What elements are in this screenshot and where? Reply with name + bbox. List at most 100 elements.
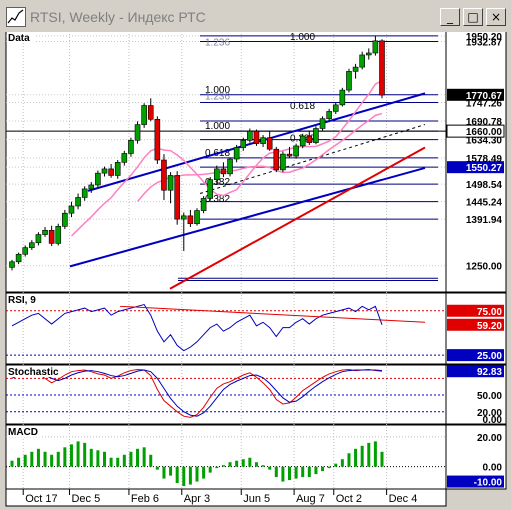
candle-body (247, 130, 253, 141)
candle-body (121, 153, 128, 163)
candle-body (48, 229, 55, 244)
macd-histogram-bar (56, 451, 60, 467)
macd-histogram-bar (274, 466, 278, 478)
candle-body (379, 40, 385, 96)
macd-histogram-bar (182, 466, 186, 487)
candle-body (299, 135, 306, 147)
macd-histogram-bar (360, 445, 364, 467)
macd-histogram-bar (235, 460, 239, 467)
macd-histogram-bar (354, 448, 358, 467)
candle-body (15, 253, 22, 263)
macd-histogram-bar (254, 462, 258, 467)
candle-body (161, 159, 167, 191)
candle-body (365, 52, 372, 56)
macd-histogram-bar (76, 441, 80, 467)
macd-histogram-bar (202, 466, 206, 479)
macd-histogram-bar (129, 451, 133, 467)
macd-histogram-bar (109, 457, 113, 467)
macd-histogram-bar (221, 465, 225, 467)
candle-body (35, 234, 42, 244)
macd-histogram-bar (294, 466, 298, 479)
candle-body (174, 175, 180, 220)
candle-body (227, 158, 233, 175)
stochastic-panel-label: Stochastic (8, 367, 59, 378)
candle-body (260, 137, 266, 144)
candle-body (101, 168, 108, 174)
rsi-axis-label: 75.00 (477, 307, 502, 318)
minimize-button[interactable]: _ (440, 8, 460, 26)
rsi-panel-label: RSI, 9 (8, 295, 36, 306)
candle-body (62, 212, 68, 227)
macd-histogram-bar (175, 466, 179, 484)
candle-body (319, 118, 326, 129)
candle-body (29, 242, 35, 248)
candle-body (42, 229, 48, 235)
stochastic-axis-label: 92.83 (477, 367, 502, 378)
macd-histogram-bar (63, 447, 67, 467)
candle-body (88, 184, 95, 190)
macd-histogram-bar (155, 466, 159, 470)
x-axis-label: Apr 3 (184, 493, 210, 505)
macd-histogram-bar (83, 442, 87, 467)
rsi-axis-label: 59.20 (477, 321, 502, 332)
macd-histogram-bar (347, 453, 351, 467)
fibonacci-label: 1.000 (205, 121, 230, 132)
macd-histogram-bar (241, 459, 245, 467)
price-axis-label: 1391.94 (466, 215, 503, 226)
maximize-button[interactable]: □ (463, 8, 483, 26)
macd-histogram-bar (96, 450, 100, 467)
x-axis-label: Aug 7 (296, 493, 325, 505)
macd-axis-label: 0.00 (483, 463, 503, 474)
macd-histogram-bar (17, 457, 21, 467)
candle-body (293, 145, 299, 157)
title-bar[interactable]: RTSI, Weekly - Индекс РТС _ □ × (2, 2, 509, 32)
macd-histogram-bar (307, 466, 311, 478)
macd-histogram-bar (321, 466, 325, 472)
fibonacci-label: 1.236 (205, 37, 230, 48)
candle-body (280, 153, 286, 171)
macd-histogram-bar (327, 466, 331, 469)
macd-panel-label: MACD (8, 427, 38, 438)
stochastic-axis-label: 50.00 (477, 391, 502, 402)
macd-histogram-bar (334, 463, 338, 467)
price-axis-label: 1770.67 (466, 91, 503, 102)
macd-histogram-bar (268, 466, 272, 470)
candle-body (141, 105, 147, 125)
candle-body (273, 148, 280, 171)
macd-histogram-bar (169, 466, 173, 476)
candle-body (75, 197, 81, 207)
candle-body (68, 205, 75, 214)
macd-histogram-bar (69, 444, 73, 467)
macd-histogram-bar (30, 451, 34, 467)
macd-histogram-bar (281, 466, 285, 482)
macd-histogram-bar (340, 459, 344, 467)
candle-body (108, 168, 114, 176)
macd-histogram-bar (373, 441, 377, 467)
candle-body (214, 168, 220, 181)
macd-axis-label: 20.00 (477, 433, 502, 444)
macd-histogram-bar (215, 466, 219, 469)
macd-histogram-bar (162, 466, 166, 479)
close-button[interactable]: × (486, 8, 506, 26)
candle-body (207, 179, 214, 199)
price-axis-label: 1250.00 (466, 262, 503, 273)
macd-histogram-bar (36, 448, 40, 467)
candle-body (22, 247, 29, 255)
macd-histogram-bar (208, 466, 212, 473)
candle-body (187, 215, 194, 225)
x-axis-label: Dec 4 (389, 493, 418, 505)
candle-body (95, 172, 101, 186)
macd-histogram-bar (228, 462, 232, 467)
candle-body (372, 40, 379, 54)
price-axis-label: 1690.78 (466, 117, 503, 128)
candle-body (332, 104, 339, 112)
price-axis-label: 1498.54 (466, 180, 503, 191)
price-panel-label: Data (8, 33, 30, 44)
x-axis-label: Feb 6 (131, 493, 159, 505)
x-axis-label: Dec 5 (71, 493, 100, 505)
price-axis-label: 1445.24 (466, 198, 503, 209)
macd-histogram-bar (288, 466, 291, 481)
price-axis-label: 1950.20 (466, 32, 503, 43)
candle-body (240, 140, 247, 148)
macd-histogram-bar (89, 448, 93, 467)
